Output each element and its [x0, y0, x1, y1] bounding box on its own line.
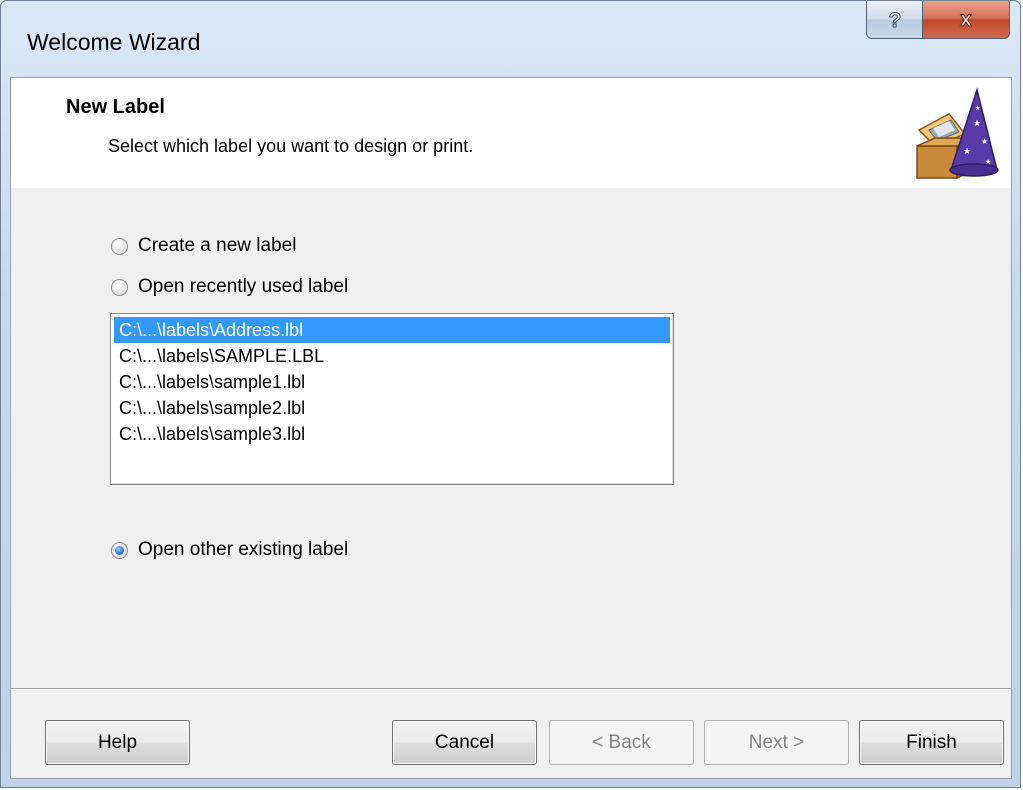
title-bar[interactable]: Welcome Wizard ? x: [1, 1, 1020, 81]
wizard-header: New Label Select which label you want to…: [11, 78, 1011, 188]
list-item[interactable]: C:\...\labels\sample2.lbl: [114, 395, 670, 421]
close-icon: x: [960, 8, 973, 32]
question-mark-icon: ?: [888, 8, 902, 32]
radio-open-recent-label[interactable]: Open recently used label: [111, 276, 348, 298]
next-button: Next >: [704, 720, 849, 765]
window-title: Welcome Wizard: [27, 29, 201, 55]
radio-create-new-label[interactable]: Create a new label: [111, 235, 296, 257]
list-item[interactable]: C:\...\labels\SAMPLE.LBL: [114, 343, 670, 369]
dialog-client-area: New Label Select which label you want to…: [10, 77, 1012, 779]
context-help-button[interactable]: ?: [866, 1, 923, 39]
caption-buttons: ? x: [866, 1, 1010, 39]
svg-text:★: ★: [973, 119, 981, 129]
recent-labels-listbox[interactable]: C:\...\labels\Address.lbl C:\...\labels\…: [110, 313, 674, 485]
page-subtitle: Select which label you want to design or…: [108, 136, 474, 156]
close-button[interactable]: x: [923, 1, 1010, 39]
radio-circle-checked[interactable]: [111, 541, 128, 559]
svg-text:★: ★: [963, 147, 971, 157]
back-button: < Back: [549, 720, 694, 765]
svg-text:★: ★: [981, 137, 988, 146]
radio-circle[interactable]: [111, 278, 128, 296]
help-button[interactable]: Help: [45, 720, 190, 765]
radio-circle[interactable]: [111, 237, 128, 255]
list-item[interactable]: C:\...\labels\sample3.lbl: [114, 421, 670, 447]
page-title: New Label: [66, 96, 165, 118]
button-divider: [11, 688, 1011, 690]
wizard-hat-icon: ★ ★ ★ ★ ★: [916, 87, 999, 180]
svg-text:★: ★: [975, 105, 980, 112]
radio-label-create-new: Create a new label: [138, 235, 297, 256]
close-glyph: x: [960, 8, 972, 31]
radio-label-open-recent: Open recently used label: [138, 276, 349, 297]
help-glyph: ?: [888, 9, 901, 32]
list-item[interactable]: C:\...\labels\sample1.lbl: [114, 369, 670, 395]
finish-button[interactable]: Finish: [859, 720, 1004, 765]
svg-text:★: ★: [985, 158, 991, 166]
radio-label-open-other: Open other existing label: [138, 539, 349, 560]
cancel-button[interactable]: Cancel: [392, 720, 537, 765]
list-item[interactable]: C:\...\labels\Address.lbl: [114, 317, 670, 343]
radio-open-other-label[interactable]: Open other existing label: [111, 539, 348, 561]
welcome-wizard-window: Welcome Wizard ? x New Label Select whic…: [0, 0, 1021, 788]
